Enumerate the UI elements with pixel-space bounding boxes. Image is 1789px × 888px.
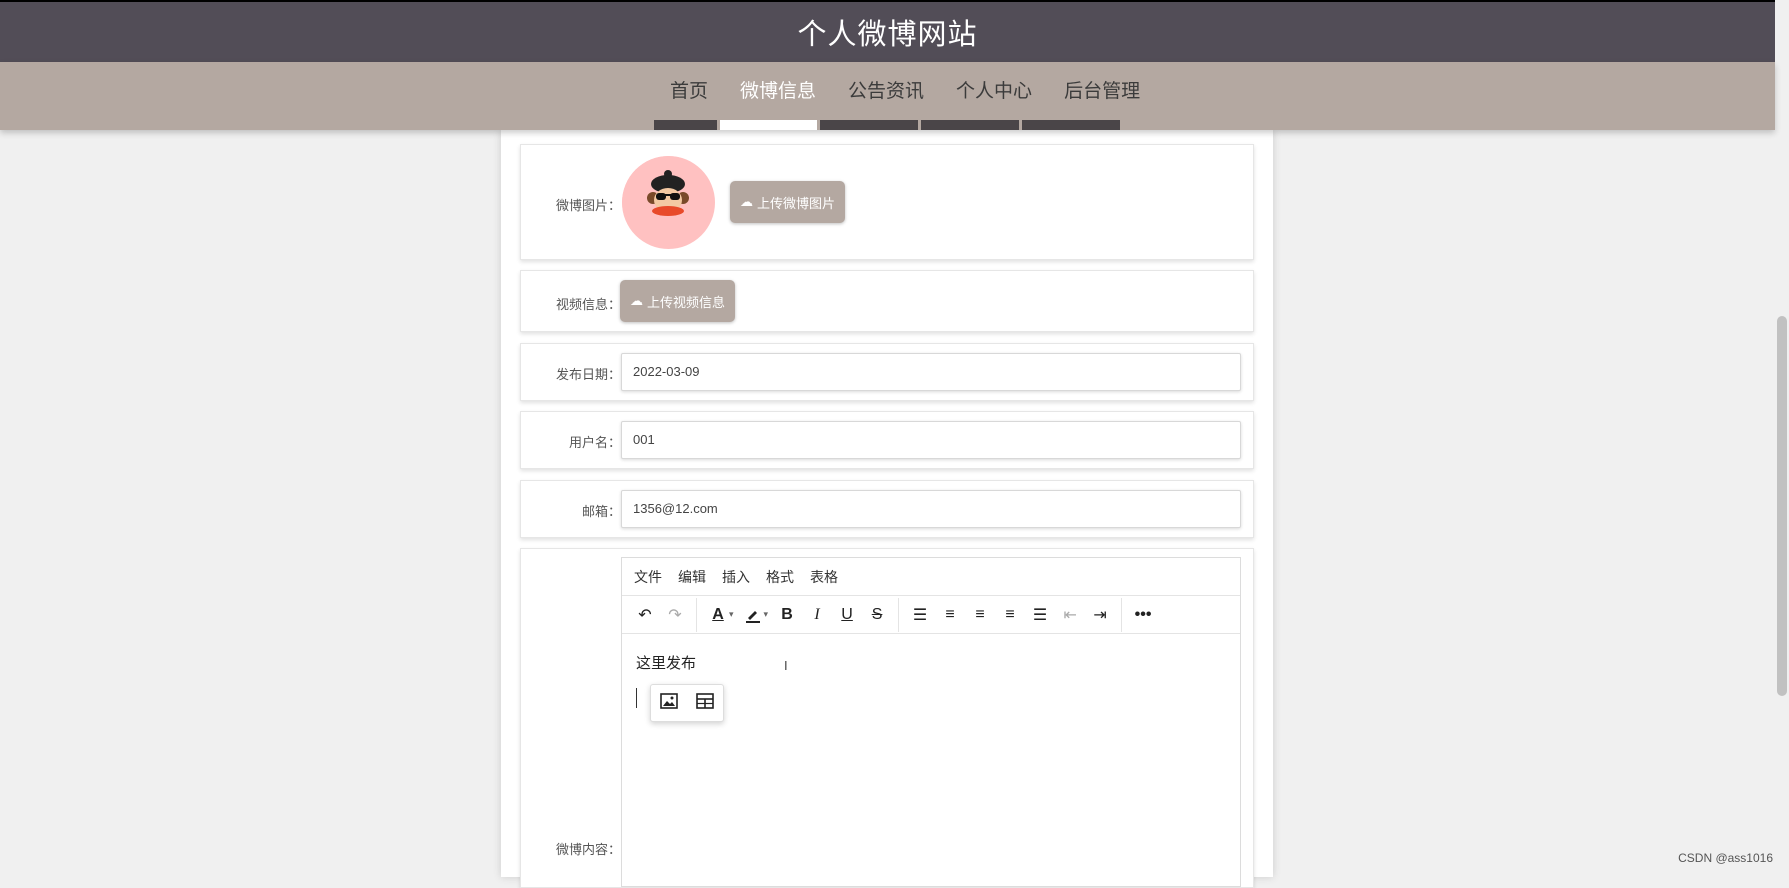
nav-tab-indicator [820, 120, 918, 130]
watermark: CSDN @ass1016 [1678, 851, 1773, 865]
underline-icon[interactable]: U [832, 600, 862, 630]
form-row-email: 邮箱： 1356@12.com [520, 480, 1254, 538]
indent-icon[interactable]: ⇥ [1085, 600, 1115, 630]
align-right-icon[interactable]: ≡ [995, 600, 1025, 630]
menu-format[interactable]: 格式 [766, 567, 794, 587]
toolbar-divider [898, 598, 899, 632]
mouse-ibeam-cursor-icon: I [784, 658, 788, 673]
form-row-publish-date: 发布日期： 2022-03-09 [520, 343, 1254, 401]
page-scrollbar[interactable] [1775, 0, 1789, 877]
weibo-image-preview[interactable] [622, 156, 715, 249]
menu-file[interactable]: 文件 [634, 567, 662, 587]
nav-home[interactable]: 首页 [654, 62, 724, 122]
publish-date-label: 发布日期： [521, 364, 621, 383]
outdent-icon[interactable]: ⇤ [1055, 600, 1085, 630]
nav-announcements[interactable]: 公告资讯 [832, 62, 940, 122]
cloud-upload-icon: ☁ [740, 194, 753, 210]
align-left-icon[interactable]: ≡ [935, 600, 965, 630]
site-title: 个人微博网站 [797, 11, 977, 53]
monkey-avatar-icon [622, 156, 715, 249]
menu-insert[interactable]: 插入 [722, 567, 750, 587]
highlight-icon[interactable] [738, 600, 768, 630]
menu-edit[interactable]: 编辑 [678, 567, 706, 587]
line-height-icon[interactable]: ☰ [905, 600, 935, 630]
more-icon[interactable]: ••• [1128, 600, 1158, 630]
upload-image-button[interactable]: ☁ 上传微博图片 [730, 181, 845, 223]
content-label: 微博内容： [521, 839, 621, 858]
nav-tab-indicator [1022, 120, 1120, 130]
undo-icon[interactable]: ↶ [630, 600, 660, 630]
upload-video-button[interactable]: ☁ 上传视频信息 [620, 280, 735, 322]
justify-icon[interactable]: ☰ [1025, 600, 1055, 630]
toolbar-divider [696, 598, 697, 632]
site-header: 个人微博网站 [0, 0, 1775, 62]
nav-admin[interactable]: 后台管理 [1048, 62, 1156, 122]
editor-menubar: 文件 编辑 插入 格式 表格 [622, 558, 1240, 596]
username-input[interactable]: 001 [621, 421, 1241, 459]
editor-content-area[interactable]: 这里发布 I [622, 634, 1240, 691]
nav-tab-strip [654, 120, 1123, 130]
main-nav: 首页 微博信息 公告资讯 个人中心 后台管理 [0, 62, 1775, 130]
redo-icon[interactable]: ↷ [660, 600, 690, 630]
bold-icon[interactable]: B [772, 600, 802, 630]
align-center-icon[interactable]: ≡ [965, 600, 995, 630]
insert-image-icon[interactable] [660, 692, 678, 714]
nav-tab-indicator [921, 120, 1019, 130]
nav-weibo-info[interactable]: 微博信息 [724, 62, 832, 122]
text-color-icon[interactable]: A [703, 600, 733, 630]
strikethrough-icon[interactable]: S [862, 600, 892, 630]
video-label: 视频信息： [521, 294, 621, 313]
toolbar-divider [1121, 598, 1122, 632]
username-label: 用户名： [521, 432, 621, 451]
menu-table[interactable]: 表格 [810, 567, 838, 587]
image-label: 微博图片： [521, 195, 621, 214]
nav-tab-indicator-active [720, 120, 817, 130]
form-row-video: 视频信息： ☁ 上传视频信息 [520, 270, 1254, 332]
email-label: 邮箱： [521, 501, 621, 520]
rich-text-editor[interactable]: 文件 编辑 插入 格式 表格 ↶ ↷ A ▾ ▾ B I U S ☰ ≡ ≡ ≡… [621, 557, 1241, 887]
editor-toolbar: ↶ ↷ A ▾ ▾ B I U S ☰ ≡ ≡ ≡ ☰ ⇤ ⇥ ••• [622, 596, 1240, 634]
form-row-image: 微博图片： ☁ 上传微博图片 [520, 144, 1254, 260]
form-row-content: 微博内容： 文件 编辑 插入 格式 表格 ↶ ↷ A ▾ ▾ B I U S ☰… [520, 548, 1254, 888]
email-input[interactable]: 1356@12.com [621, 490, 1241, 528]
quick-insert-popup [650, 684, 724, 722]
cloud-upload-icon: ☁ [630, 293, 643, 309]
italic-icon[interactable]: I [802, 600, 832, 630]
nav-tab-indicator [654, 120, 717, 130]
insert-table-icon[interactable] [696, 692, 714, 714]
page-scrollbar-thumb[interactable] [1777, 316, 1787, 696]
nav-personal-center[interactable]: 个人中心 [940, 62, 1048, 122]
publish-date-input[interactable]: 2022-03-09 [621, 353, 1241, 391]
text-cursor [636, 688, 637, 708]
editor-text: 这里发布 [636, 652, 1226, 673]
form-row-username: 用户名： 001 [520, 411, 1254, 469]
